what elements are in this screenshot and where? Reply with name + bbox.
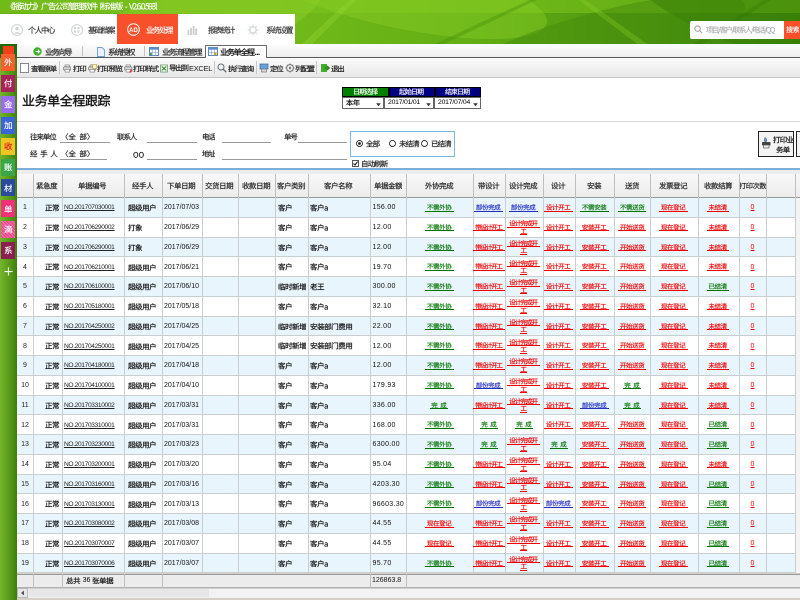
svg-text:AD: AD (129, 28, 138, 34)
